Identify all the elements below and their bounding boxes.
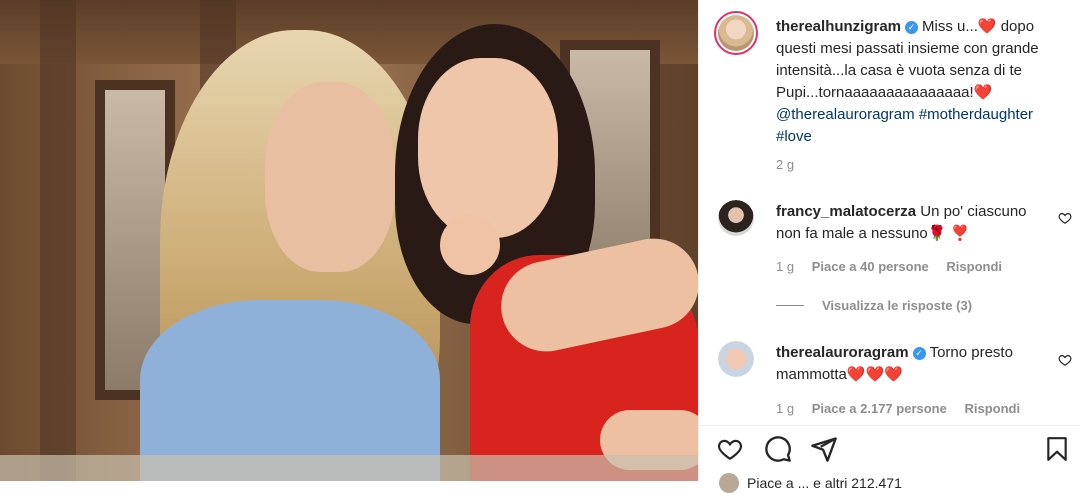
comment-time[interactable]: 1 g bbox=[776, 401, 794, 416]
comment-icon[interactable] bbox=[764, 435, 792, 463]
bookmark-icon[interactable] bbox=[1044, 434, 1070, 464]
hashtag-link[interactable]: #love bbox=[776, 128, 812, 145]
comments-pane: therealhunzigram ✓ Miss u...❤️ dopo questi… bbox=[699, 0, 1080, 481]
author-avatar[interactable] bbox=[714, 11, 758, 55]
comment-time[interactable]: 1 g bbox=[776, 259, 794, 274]
view-replies-button[interactable]: Visualizza le risposte (3) bbox=[822, 298, 972, 313]
comment-likes[interactable]: Piace a 40 persone bbox=[812, 259, 929, 274]
photo-subject bbox=[140, 300, 440, 481]
post-photo[interactable] bbox=[0, 0, 698, 481]
photo-background bbox=[40, 0, 76, 481]
verified-icon: ✓ bbox=[912, 347, 926, 360]
author-username[interactable]: therealhunzigram bbox=[776, 18, 901, 35]
comment-likes[interactable]: Piace a 2.177 persone bbox=[812, 401, 947, 416]
commenter-username[interactable]: francy_malatocerza bbox=[776, 203, 916, 220]
comment-text: Un po' ciascuno bbox=[920, 203, 1027, 220]
caption-text: Miss u...❤️ dopo bbox=[922, 18, 1035, 35]
comment-meta: 1 g Piace a 40 persone Rispondi bbox=[776, 259, 1002, 274]
comment: francy_malatocerza Un po' ciascuno non f… bbox=[776, 201, 1046, 245]
comment-text: non fa male a nessuno🌹 ❣️ bbox=[776, 225, 970, 242]
instagram-post-view: therealhunzigram ✓ Miss u...❤️ dopo questi… bbox=[0, 0, 1080, 493]
share-icon[interactable] bbox=[810, 435, 838, 463]
photo-background bbox=[0, 455, 698, 481]
comment: therealauroragram ✓ Torno presto mammotta❤… bbox=[776, 342, 1046, 386]
photo-subject bbox=[265, 82, 395, 272]
view-replies-line bbox=[776, 305, 804, 306]
comment-like-icon[interactable] bbox=[1058, 211, 1072, 225]
commenter-avatar[interactable] bbox=[718, 341, 754, 377]
commenter-avatar[interactable] bbox=[718, 200, 754, 236]
photo-subject bbox=[418, 58, 558, 238]
caption-text: questi mesi passati insieme con grande bbox=[776, 40, 1039, 57]
caption-text: intensità...la casa è vuota senza di te bbox=[776, 62, 1022, 79]
reply-button[interactable]: Rispondi bbox=[946, 259, 1002, 274]
caption: therealhunzigram ✓ Miss u...❤️ dopo questi… bbox=[776, 16, 1076, 148]
comment-meta: 1 g Piace a 2.177 persone Rispondi bbox=[776, 401, 1020, 416]
comment-text: Torno presto bbox=[929, 344, 1013, 361]
comment-text: mammotta❤️❤️❤️ bbox=[776, 366, 903, 383]
reply-button[interactable]: Rispondi bbox=[964, 401, 1020, 416]
mention-link[interactable]: @therealauroragram bbox=[776, 106, 915, 123]
post-time[interactable]: 2 g bbox=[776, 157, 794, 172]
photo-subject bbox=[440, 215, 500, 275]
heart-icon[interactable] bbox=[716, 436, 744, 462]
verified-icon: ✓ bbox=[905, 21, 919, 34]
action-bar: Piace a ... e altri 212.471 bbox=[699, 425, 1080, 493]
commenter-username[interactable]: therealauroragram bbox=[776, 344, 909, 361]
liker-avatar[interactable] bbox=[719, 473, 739, 493]
likes-summary[interactable]: Piace a ... e altri 212.471 bbox=[747, 475, 902, 491]
hashtag-link[interactable]: #motherdaughter bbox=[919, 106, 1033, 123]
comment-like-icon[interactable] bbox=[1058, 353, 1072, 367]
caption-text: Pupi...tornaaaaaaaaaaaaaaa!❤️ bbox=[776, 84, 993, 101]
